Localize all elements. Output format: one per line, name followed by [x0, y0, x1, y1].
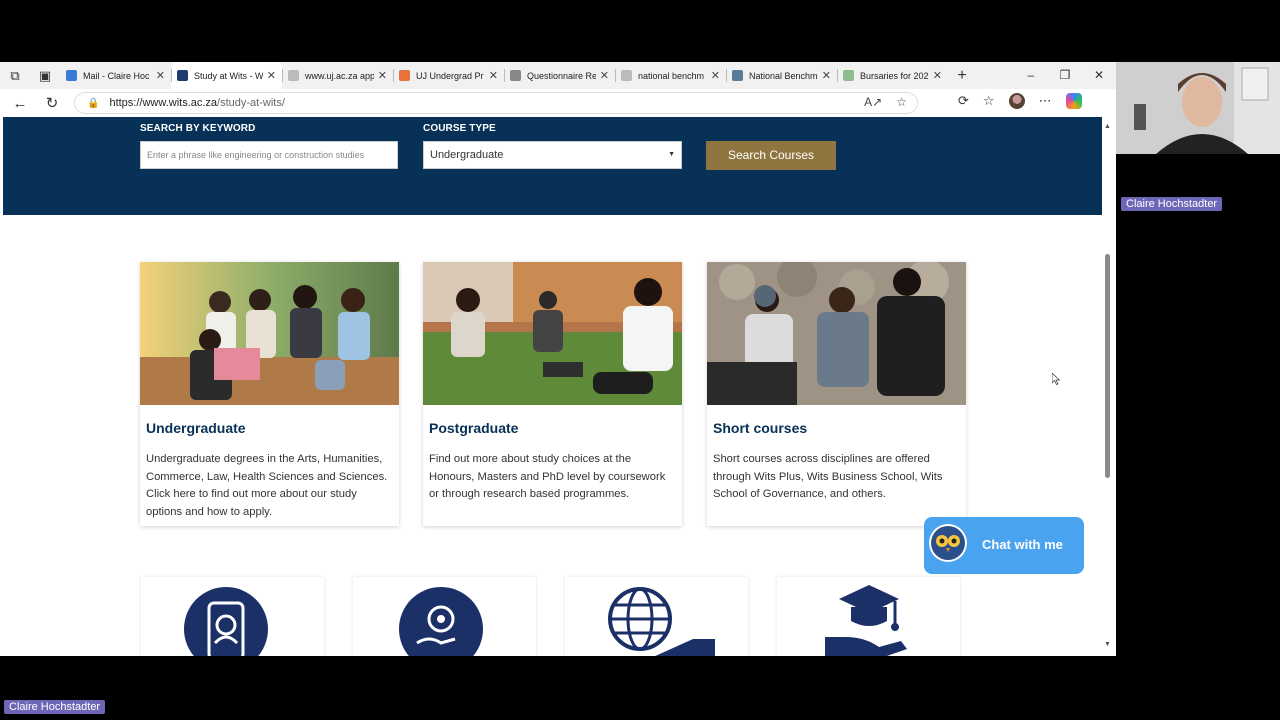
owl-mascot-icon [929, 524, 967, 562]
back-icon[interactable]: ← [4, 95, 36, 112]
read-aloud-icon[interactable]: A↗ [864, 95, 882, 109]
participant-video [1116, 62, 1280, 154]
keyword-label: SEARCH BY KEYWORD [140, 123, 256, 134]
short-courses-photo [707, 262, 966, 405]
tab-favicon-icon [732, 70, 743, 81]
mobile-profile-icon [184, 587, 268, 656]
browser-tab[interactable]: Mail - Claire Hoc ✕ [60, 62, 171, 89]
page-scrollbar[interactable]: ▲ ▼ [1104, 123, 1112, 651]
tab-label: Questionnaire Re [527, 70, 596, 81]
tab-label: national benchm [638, 70, 705, 81]
card-title[interactable]: Short courses [713, 420, 807, 436]
address-bar-row: ← ↻ 🔒 https://www.wits.ac.za/study-at-wi… [0, 89, 1116, 117]
card-short-courses[interactable]: Short courses Short courses across disci… [707, 262, 966, 526]
browser-tab[interactable]: Study at Wits - W ✕ [171, 62, 282, 89]
tab-favicon-icon [66, 70, 77, 81]
keyword-search-input[interactable]: Enter a phrase like engineering or const… [140, 141, 398, 169]
scroll-up-icon[interactable]: ▲ [1104, 123, 1111, 130]
tab-label: Mail - Claire Hoc [83, 70, 150, 81]
favorite-star-icon[interactable]: ☆ [896, 95, 907, 109]
browser-tab[interactable]: National Benchm ✕ [726, 62, 837, 89]
mouse-cursor-icon [1052, 373, 1060, 385]
postgraduate-photo [423, 262, 682, 405]
graduation-cap-hand-icon [825, 585, 907, 656]
card-title[interactable]: Postgraduate [429, 420, 518, 436]
close-tab-icon[interactable]: ✕ [711, 69, 720, 82]
close-tab-icon[interactable]: ✕ [600, 69, 609, 82]
restore-icon[interactable]: ❐ [1048, 62, 1082, 89]
globe-hand-icon [608, 587, 715, 656]
tab-favicon-icon [399, 70, 410, 81]
tab-favicon-icon [621, 70, 632, 81]
lock-icon[interactable]: 🔒 [87, 98, 99, 109]
close-tab-icon[interactable]: ✕ [378, 69, 387, 82]
course-type-value: Undergraduate [430, 149, 504, 161]
icon-tile-international[interactable] [565, 577, 748, 656]
favorites-icon[interactable]: ☆ [983, 93, 995, 109]
more-menu-icon[interactable]: ⋯ [1039, 93, 1052, 109]
url-text: https://www.wits.ac.za/study-at-wits/ [109, 97, 285, 109]
window-controls: – ❐ ✕ [1014, 62, 1116, 89]
workspaces-icon[interactable]: ⧉ [0, 62, 30, 89]
tab-bar: ⧉ ▣ Mail - Claire Hoc ✕ Study at Wits - W ✕… [0, 62, 1116, 89]
close-tab-icon[interactable]: ✕ [822, 69, 831, 82]
course-type-label: COURSE TYPE [423, 123, 496, 134]
tab-favicon-icon [510, 70, 521, 81]
tab-label: www.uj.ac.za app [305, 70, 374, 81]
browser-tab[interactable]: www.uj.ac.za app ✕ [282, 62, 393, 89]
card-description: Undergraduate degrees in the Arts, Human… [146, 453, 388, 518]
card-title[interactable]: Undergraduate [146, 420, 246, 436]
tab-strip: Mail - Claire Hoc ✕ Study at Wits - W ✕ www.… [60, 62, 948, 89]
card-description: Find out more about study choices at the… [429, 453, 666, 500]
course-type-select[interactable]: Undergraduate ▼ [423, 141, 682, 169]
search-courses-button[interactable]: Search Courses [706, 141, 836, 170]
browser-tab[interactable]: Bursaries for 202 ✕ [837, 62, 948, 89]
scrollbar-thumb[interactable] [1105, 254, 1110, 478]
close-tab-icon[interactable]: ✕ [156, 69, 165, 82]
minimize-icon[interactable]: – [1014, 62, 1048, 89]
tab-actions-icon[interactable]: ▣ [30, 62, 60, 89]
chat-with-me-button[interactable]: Chat with me [924, 517, 1084, 574]
extensions-icon[interactable]: ⟳ [958, 93, 969, 109]
profile-avatar[interactable] [1008, 93, 1025, 109]
browser-tab[interactable]: national benchm ✕ [615, 62, 726, 89]
icon-tile-apply[interactable] [141, 577, 324, 656]
close-tab-icon[interactable]: ✕ [489, 69, 498, 82]
gear-hand-icon [399, 587, 483, 656]
undergraduate-photo [140, 262, 399, 405]
close-tab-icon[interactable]: ✕ [267, 69, 276, 82]
screen-share-name-tag: Claire Hochstadter [4, 700, 106, 714]
copilot-icon[interactable] [1065, 93, 1082, 109]
card-description: Short courses across disciplines are off… [713, 453, 943, 500]
browser-tab[interactable]: UJ Undergrad Pr ✕ [393, 62, 504, 89]
icon-tile-services[interactable] [353, 577, 536, 656]
tab-label: Bursaries for 202 [860, 70, 929, 81]
scroll-down-icon[interactable]: ▼ [1104, 641, 1111, 648]
meeting-stage: ⧉ ▣ Mail - Claire Hoc ✕ Study at Wits - W ✕… [0, 0, 1280, 720]
camera-name-tag: Claire Hochstadter [1121, 197, 1223, 211]
close-tab-icon[interactable]: ✕ [933, 69, 942, 82]
chevron-down-icon: ▼ [668, 151, 675, 158]
icon-tile-funding[interactable] [777, 577, 960, 656]
tab-label: Study at Wits - W [194, 70, 263, 81]
tab-favicon-icon [288, 70, 299, 81]
course-search-panel: SEARCH BY KEYWORD Enter a phrase like en… [3, 117, 1102, 215]
card-postgraduate[interactable]: Postgraduate Find out more about study c… [423, 262, 682, 526]
new-tab-button[interactable]: + [948, 67, 976, 85]
tab-favicon-icon [843, 70, 854, 81]
chat-label: Chat with me [982, 537, 1063, 552]
card-undergraduate[interactable]: Undergraduate Undergraduate degrees in t… [140, 262, 399, 526]
tab-label: National Benchm [749, 70, 818, 81]
browser-tab[interactable]: Questionnaire Re ✕ [504, 62, 615, 89]
tab-favicon-icon [177, 70, 188, 81]
page-viewport: SEARCH BY KEYWORD Enter a phrase like en… [0, 117, 1116, 656]
close-window-icon[interactable]: ✕ [1082, 62, 1116, 89]
tab-label: UJ Undergrad Pr [416, 70, 484, 81]
refresh-icon[interactable]: ↻ [36, 94, 68, 112]
url-field[interactable]: 🔒 https://www.wits.ac.za/study-at-wits/ … [74, 92, 918, 114]
